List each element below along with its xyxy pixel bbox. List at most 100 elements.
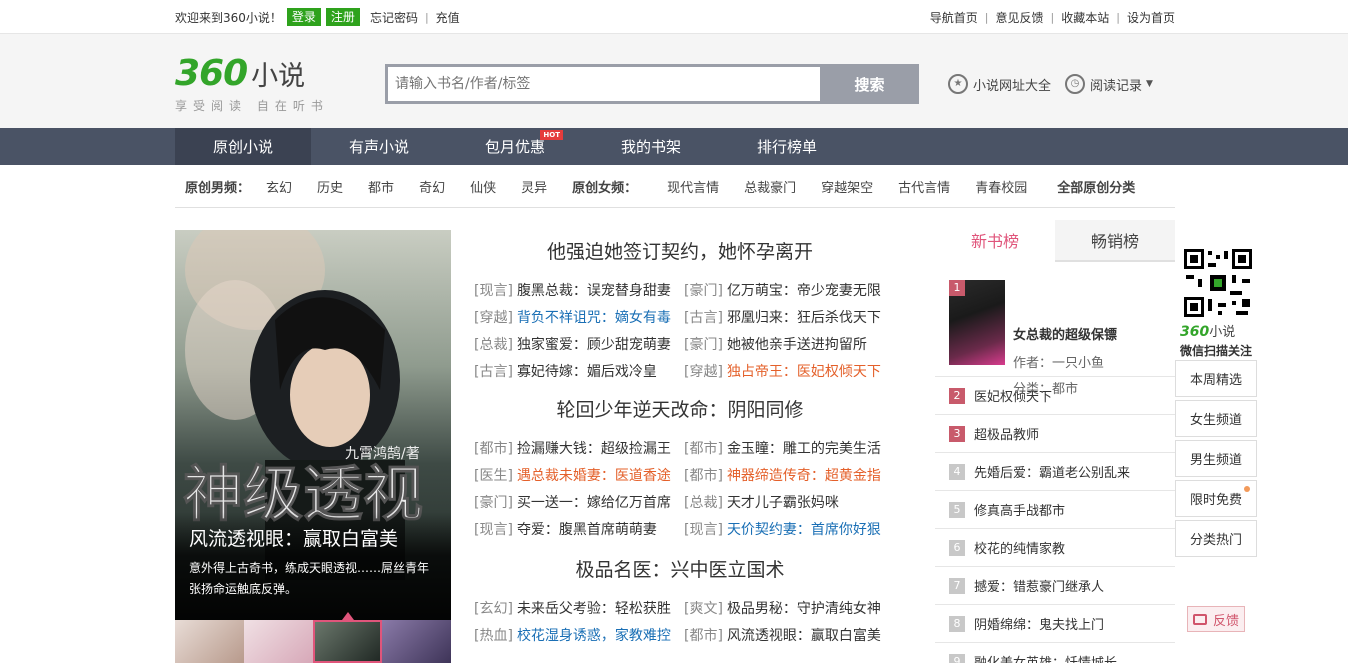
rank-top-title[interactable]: 女总裁的超级保镖 — [1013, 324, 1117, 343]
book-title-link[interactable]: 她被他亲手送进拘留所 — [727, 337, 867, 353]
tab-bestsellers[interactable]: 畅销榜 — [1055, 220, 1175, 260]
genre-tag[interactable]: [豪门] — [474, 495, 513, 511]
genre-tag[interactable]: [现言] — [474, 522, 513, 538]
block-title[interactable]: 他强迫她签订契约，她怀孕离开 — [474, 230, 886, 274]
book-title-link[interactable]: 腹黑总裁：误宠替身甜妻 — [517, 283, 671, 299]
search-button[interactable]: 搜索 — [820, 64, 919, 104]
book-title-link[interactable]: 神器缔造传奇：超黄金指 — [727, 468, 881, 484]
book-title-link[interactable]: 夺爱：腹黑首席萌萌妻 — [517, 522, 657, 538]
rank-title[interactable]: 融化美女英雄：忏情城长 — [974, 652, 1117, 663]
book-entry[interactable]: [热血] 校花湿身诱惑，家教难控 — [474, 623, 684, 650]
thumbnail[interactable] — [244, 620, 313, 663]
rank-title[interactable]: 超极品教师 — [974, 424, 1039, 443]
genre-tag[interactable]: [现言] — [474, 283, 513, 299]
book-title-link[interactable]: 亿万萌宝：帝少宠妻无限 — [727, 283, 881, 299]
tab-new-books[interactable]: 新书榜 — [935, 220, 1055, 262]
book-entry[interactable]: [古言] 寡妃待嫁：媚后戏冷皇 — [474, 359, 684, 386]
book-title-link[interactable]: 金玉瞳：雕工的完美生活 — [727, 441, 881, 457]
book-entry[interactable]: [现言] 夺爱：腹黑首席萌萌妻 — [474, 517, 684, 544]
book-entry[interactable]: [豪门] 买一送一：嫁给亿万首席 — [474, 490, 684, 517]
genre-tag[interactable]: [现言] — [684, 522, 723, 538]
recharge-link[interactable]: 充值 — [436, 9, 460, 26]
book-title-link[interactable]: 天价契约妻：首席你好狠 — [727, 522, 881, 538]
book-entry[interactable]: [都市] 捡漏赚大钱：超级捡漏王 — [474, 436, 684, 463]
book-title-link[interactable]: 风流透视眼：赢取白富美 — [727, 628, 881, 644]
genre-tag[interactable]: [穿越] — [474, 310, 513, 326]
login-button[interactable]: 登录 — [286, 8, 321, 26]
category-link[interactable]: 青春校园 — [975, 177, 1027, 196]
bookmark-link[interactable]: 收藏本站 — [1061, 9, 1109, 26]
category-link[interactable]: 奇幻 — [419, 177, 445, 196]
rank-title[interactable]: 阴婚绵绵：鬼夫找上门 — [974, 614, 1104, 633]
featured-banner[interactable]: 神级透视 九霄鸿鹄/著 风流透视眼：赢取白富美 意外得上古奇书，练成天眼透视……… — [175, 230, 451, 620]
genre-tag[interactable]: [爽文] — [684, 601, 723, 617]
all-categories-link[interactable]: 全部原创分类 — [1057, 177, 1135, 196]
genre-tag[interactable]: [都市] — [474, 441, 513, 457]
category-link[interactable]: 总裁豪门 — [744, 177, 796, 196]
book-title-link[interactable]: 独占帝王：医妃权倾天下 — [727, 364, 881, 380]
category-link[interactable]: 古代言情 — [898, 177, 950, 196]
genre-tag[interactable]: [热血] — [474, 628, 513, 644]
feedback-button[interactable]: 反馈 — [1187, 606, 1245, 632]
rank-title[interactable]: 先婚后爱：霸道老公别乱来 — [974, 462, 1130, 481]
category-link[interactable]: 玄幻 — [266, 177, 292, 196]
weekly-picks-button[interactable]: 本周精选 — [1175, 360, 1257, 397]
nav-monthly-deals[interactable]: 包月优惠 HOT — [447, 128, 583, 165]
genre-tag[interactable]: [都市] — [684, 468, 723, 484]
book-entry[interactable]: [现言] 天价契约妻：首席你好狠 — [684, 517, 884, 544]
book-title-link[interactable]: 遇总裁未婚妻：医道香途 — [517, 468, 671, 484]
category-link[interactable]: 穿越架空 — [821, 177, 873, 196]
rank-item[interactable]: 6 校花的纯情家教 — [935, 529, 1175, 567]
genre-tag[interactable]: [总裁] — [474, 337, 513, 353]
book-title-link[interactable]: 独家蜜爱：顾少甜宠萌妻 — [517, 337, 671, 353]
female-channel-button[interactable]: 女生频道 — [1175, 400, 1257, 437]
rank-item[interactable]: 9 融化美女英雄：忏情城长 — [935, 643, 1175, 663]
featured-title[interactable]: 风流透视眼：赢取白富美 — [189, 524, 398, 551]
nav-rankings[interactable]: 排行榜单 — [719, 128, 855, 165]
rank-top-item[interactable]: 1 女总裁的超级保镖 作者：一只小鱼 分类：都市 — [935, 262, 1175, 397]
search-input[interactable] — [388, 67, 820, 101]
thumbnail[interactable] — [175, 620, 244, 663]
category-link[interactable]: 仙侠 — [470, 177, 496, 196]
book-title-link[interactable]: 未来岳父考验：轻松获胜 — [517, 601, 671, 617]
block-title[interactable]: 极品名医：兴中医立国术 — [474, 548, 886, 592]
book-entry[interactable]: [都市] 神器缔造传奇：超黄金指 — [684, 463, 884, 490]
book-title-link[interactable]: 邪凰归来：狂后杀伐天下 — [727, 310, 881, 326]
book-title-link[interactable]: 买一送一：嫁给亿万首席 — [517, 495, 671, 511]
register-button[interactable]: 注册 — [325, 8, 360, 26]
genre-tag[interactable]: [古言] — [684, 310, 723, 326]
rank-item[interactable]: 3 超极品教师 — [935, 415, 1175, 453]
book-title-link[interactable]: 寡妃待嫁：媚后戏冷皇 — [517, 364, 657, 380]
book-entry[interactable]: [穿越] 背负不祥诅咒：嫡女有毒 — [474, 305, 684, 332]
genre-tag[interactable]: [医生] — [474, 468, 513, 484]
genre-tag[interactable]: [豪门] — [684, 283, 723, 299]
reading-history-dropdown[interactable]: ◷ 阅读记录 ▼ — [1065, 74, 1153, 94]
rank-item[interactable]: 5 修真高手战都市 — [935, 491, 1175, 529]
category-link[interactable]: 历史 — [317, 177, 343, 196]
book-entry[interactable]: [玄幻] 未来岳父考验：轻松获胜 — [474, 596, 684, 623]
nav-home-link[interactable]: 导航首页 — [930, 9, 978, 26]
book-entry[interactable]: [都市] 风流透视眼：赢取白富美 — [684, 623, 884, 650]
book-entry[interactable]: [现言] 腹黑总裁：误宠替身甜妻 — [474, 278, 684, 305]
feedback-link[interactable]: 意见反馈 — [996, 9, 1044, 26]
genre-tag[interactable]: [穿越] — [684, 364, 723, 380]
genre-tag[interactable]: [古言] — [474, 364, 513, 380]
genre-tag[interactable]: [豪门] — [684, 337, 723, 353]
thumbnail[interactable] — [313, 620, 382, 663]
set-homepage-link[interactable]: 设为首页 — [1127, 9, 1175, 26]
nav-original-novels[interactable]: 原创小说 — [175, 128, 311, 165]
category-link[interactable]: 都市 — [368, 177, 394, 196]
genre-tag[interactable]: [都市] — [684, 628, 723, 644]
book-title-link[interactable]: 天才儿子霸张妈咪 — [727, 495, 839, 511]
book-entry[interactable]: [总裁] 天才儿子霸张妈咪 — [684, 490, 884, 517]
block-title[interactable]: 轮回少年逆天改命：阴阳同修 — [474, 388, 886, 432]
category-link[interactable]: 现代言情 — [667, 177, 719, 196]
book-entry[interactable]: [总裁] 独家蜜爱：顾少甜宠萌妻 — [474, 332, 684, 359]
rank-item[interactable]: 7 撼爱：错惹豪门继承人 — [935, 567, 1175, 605]
genre-tag[interactable]: [玄幻] — [474, 601, 513, 617]
book-title-link[interactable]: 极品男秘：守护清纯女神 — [727, 601, 881, 617]
rank-title[interactable]: 修真高手战都市 — [974, 500, 1065, 519]
category-link[interactable]: 灵异 — [521, 177, 547, 196]
genre-tag[interactable]: [总裁] — [684, 495, 723, 511]
forgot-password-link[interactable]: 忘记密码 — [370, 9, 418, 26]
